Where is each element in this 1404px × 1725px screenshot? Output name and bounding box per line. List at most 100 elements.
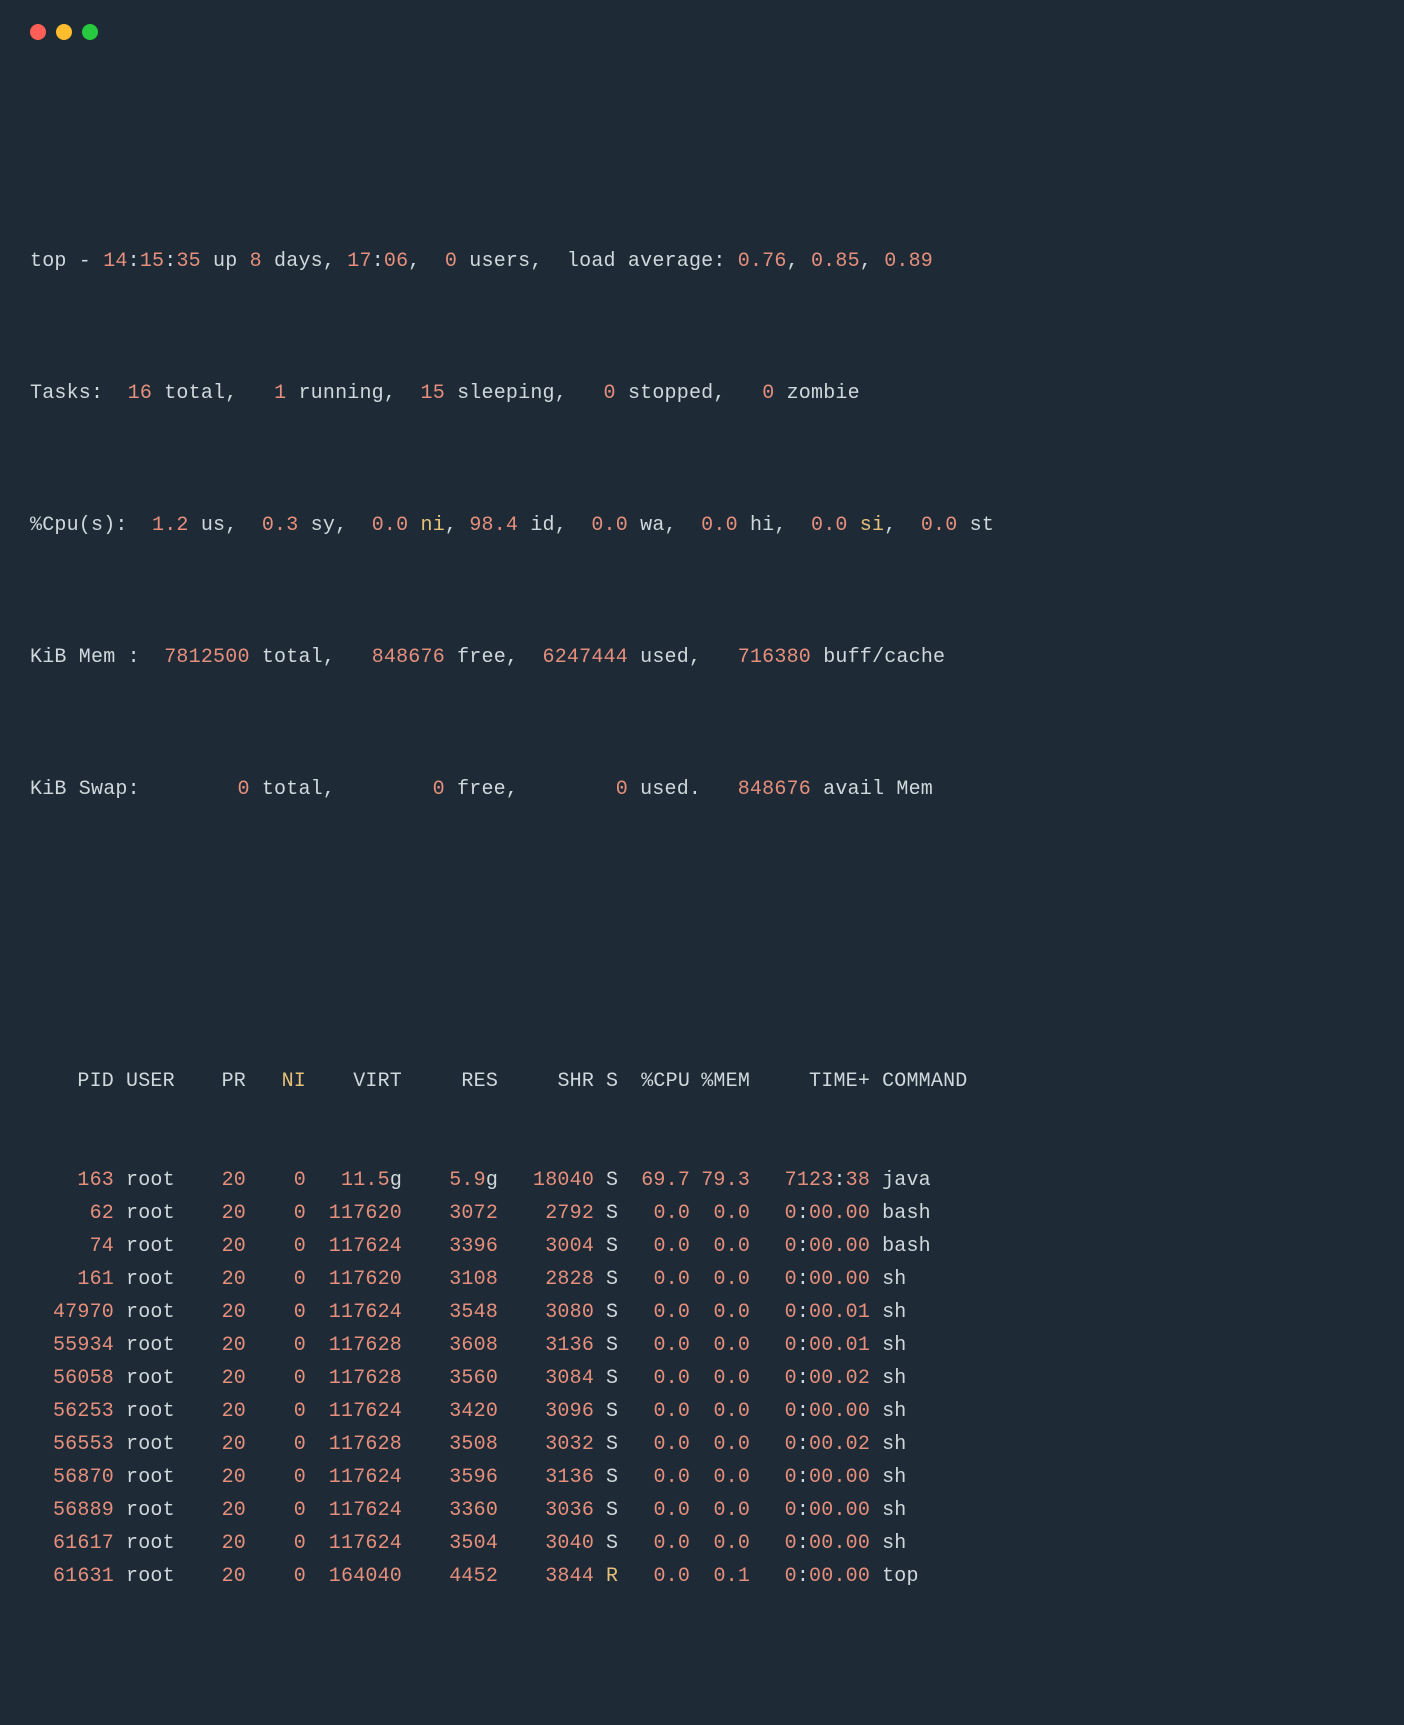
cell-pid: 62 (30, 1197, 114, 1230)
table-row: 56889root20011762433603036S0.00.00:00.00… (30, 1494, 1374, 1527)
cell-cmd: sh (870, 1461, 906, 1494)
cell-shr: 2792 (498, 1197, 594, 1230)
cell-pid: 163 (30, 1164, 114, 1197)
cell-mem: 79.3 (690, 1164, 750, 1197)
table-row: 161root20011762031082828S0.00.00:00.00sh (30, 1263, 1374, 1296)
cell-shr: 3040 (498, 1527, 594, 1560)
tasks-stopped: 0 (604, 382, 616, 405)
cell-pr: 20 (198, 1494, 246, 1527)
cell-user: root (114, 1197, 198, 1230)
cell-virt: 117624 (306, 1296, 402, 1329)
cell-pr: 20 (198, 1197, 246, 1230)
col-res: RES (402, 1065, 498, 1098)
col-mem: %MEM (690, 1065, 750, 1098)
cell-pr: 20 (198, 1296, 246, 1329)
cell-cpu: 0.0 (618, 1362, 690, 1395)
cell-cmd: bash (870, 1197, 931, 1230)
cell-cpu: 0.0 (618, 1560, 690, 1593)
cell-res: 3420 (402, 1395, 498, 1428)
cell-user: root (114, 1461, 198, 1494)
close-icon[interactable] (30, 24, 46, 40)
cell-s: S (594, 1230, 618, 1263)
cell-user: root (114, 1362, 198, 1395)
cell-ni: 0 (246, 1197, 306, 1230)
cell-cpu: 0.0 (618, 1428, 690, 1461)
tasks-zombie: 0 (762, 382, 774, 405)
cell-cpu: 0.0 (618, 1263, 690, 1296)
cell-user: root (114, 1494, 198, 1527)
cell-s: S (594, 1527, 618, 1560)
swap-avail: 848676 (738, 778, 811, 801)
cell-user: root (114, 1296, 198, 1329)
cell-pr: 20 (198, 1428, 246, 1461)
cell-shr: 3080 (498, 1296, 594, 1329)
summary-line-tasks: Tasks: 16 total, 1 running, 15 sleeping,… (30, 377, 1374, 410)
cell-pr: 20 (198, 1461, 246, 1494)
cell-mem: 0.0 (690, 1461, 750, 1494)
users-count: 0 (445, 250, 457, 273)
cell-s: S (594, 1263, 618, 1296)
cell-time: 0:00.02 (750, 1428, 870, 1461)
cell-res: 3508 (402, 1428, 498, 1461)
table-row: 163root20011.5g5.9g18040S69.779.37123:38… (30, 1164, 1374, 1197)
cell-shr: 3004 (498, 1230, 594, 1263)
cell-mem: 0.0 (690, 1494, 750, 1527)
cell-pr: 20 (198, 1329, 246, 1362)
summary-line-mem: KiB Mem : 7812500 total, 848676 free, 62… (30, 641, 1374, 674)
terminal-window: top - 14:15:35 up 8 days, 17:06, 0 users… (0, 0, 1404, 988)
cell-pr: 20 (198, 1560, 246, 1593)
zoom-icon[interactable] (82, 24, 98, 40)
cell-virt: 117624 (306, 1461, 402, 1494)
cell-user: root (114, 1230, 198, 1263)
loadavg-5: 0.85 (811, 250, 860, 273)
cell-cpu: 0.0 (618, 1197, 690, 1230)
mem-total: 7812500 (164, 646, 249, 669)
cell-ni: 0 (246, 1560, 306, 1593)
cell-ni: 0 (246, 1164, 306, 1197)
table-row: 56553root20011762835083032S0.00.00:00.02… (30, 1428, 1374, 1461)
cell-res: 3360 (402, 1494, 498, 1527)
col-cpu: %CPU (618, 1065, 690, 1098)
cell-pid: 47970 (30, 1296, 114, 1329)
cell-pr: 20 (198, 1362, 246, 1395)
tasks-sleeping: 15 (421, 382, 445, 405)
cell-virt: 117628 (306, 1428, 402, 1461)
cell-time: 0:00.01 (750, 1296, 870, 1329)
process-table: PID USER PR NI VIRT RES SHR S %CPU %MEM … (30, 999, 1374, 1659)
cell-time: 0:00.00 (750, 1263, 870, 1296)
cell-res: 4452 (402, 1560, 498, 1593)
swap-used: 0 (616, 778, 628, 801)
table-row: 74root20011762433963004S0.00.00:00.00bas… (30, 1230, 1374, 1263)
cell-pid: 56253 (30, 1395, 114, 1428)
cell-ni: 0 (246, 1329, 306, 1362)
cell-pr: 20 (198, 1230, 246, 1263)
cpu-id: 98.4 (469, 514, 518, 537)
cell-ni: 0 (246, 1527, 306, 1560)
tasks-running: 1 (274, 382, 286, 405)
cell-pid: 55934 (30, 1329, 114, 1362)
cell-virt: 117620 (306, 1197, 402, 1230)
cell-time: 0:00.00 (750, 1560, 870, 1593)
cell-cmd: sh (870, 1494, 906, 1527)
cell-shr: 3136 (498, 1461, 594, 1494)
cell-cmd: sh (870, 1428, 906, 1461)
cell-mem: 0.0 (690, 1395, 750, 1428)
cell-shr: 3844 (498, 1560, 594, 1593)
cell-s: S (594, 1197, 618, 1230)
terminal-output: top - 14:15:35 up 8 days, 17:06, 0 users… (30, 80, 1374, 1725)
cell-shr: 3136 (498, 1329, 594, 1362)
cell-s: S (594, 1428, 618, 1461)
cell-cpu: 0.0 (618, 1296, 690, 1329)
time-hour: 14 (103, 250, 127, 273)
cpu-si: 0.0 (811, 514, 848, 537)
cell-res: 3608 (402, 1329, 498, 1362)
col-ni: NI (246, 1065, 306, 1098)
table-header: PID USER PR NI VIRT RES SHR S %CPU %MEM … (30, 1065, 1374, 1098)
cell-cpu: 0.0 (618, 1494, 690, 1527)
cell-mem: 0.0 (690, 1527, 750, 1560)
cell-pid: 161 (30, 1263, 114, 1296)
table-row: 47970root20011762435483080S0.00.00:00.01… (30, 1296, 1374, 1329)
cell-cmd: java (870, 1164, 931, 1197)
minimize-icon[interactable] (56, 24, 72, 40)
cell-cpu: 0.0 (618, 1461, 690, 1494)
